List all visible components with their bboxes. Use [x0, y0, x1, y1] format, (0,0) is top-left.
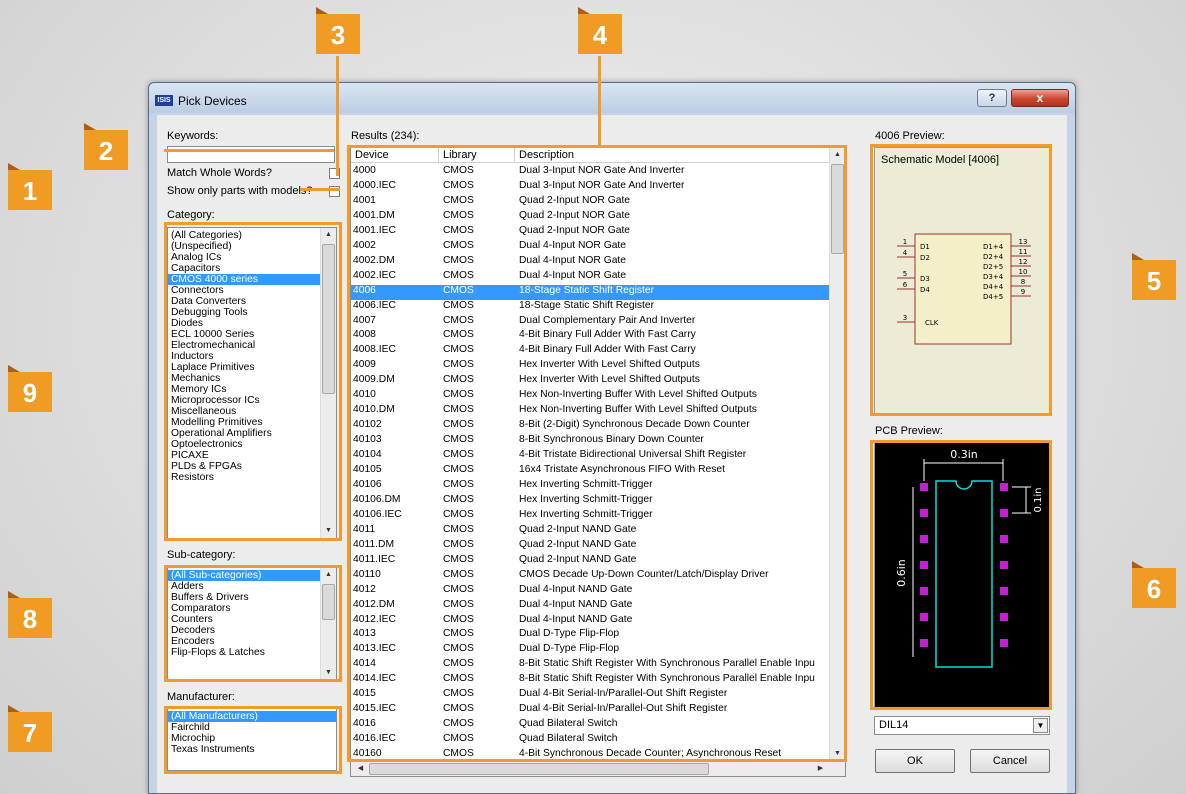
title-bar: ISIS Pick Devices ? x	[149, 83, 1075, 113]
models-underline	[300, 188, 340, 191]
callout-5: 5	[1132, 253, 1176, 300]
callout-2: 2	[84, 123, 128, 170]
category-highlight	[164, 222, 342, 541]
cancel-button[interactable]: Cancel	[970, 749, 1050, 773]
scroll-left-icon[interactable]: ◀	[353, 762, 368, 776]
ok-button[interactable]: OK	[875, 749, 955, 773]
keywords-label: Keywords:	[167, 130, 219, 142]
callout-9: 9	[8, 365, 52, 412]
results-label: Results (234):	[351, 130, 420, 142]
callout-6: 6	[1132, 561, 1176, 608]
window-title: Pick Devices	[178, 94, 247, 108]
pcb-preview-label: PCB Preview:	[875, 425, 943, 437]
show-models-label: Show only parts with models?	[167, 185, 313, 197]
callout3-leader	[336, 56, 339, 176]
callout4-leader	[598, 56, 601, 146]
callout-7: 7	[8, 705, 52, 752]
help-button[interactable]: ?	[977, 89, 1007, 107]
category-label: Category:	[167, 209, 215, 221]
subcategory-label: Sub-category:	[167, 549, 236, 561]
callout-1: 1	[8, 163, 52, 210]
subcategory-highlight	[164, 565, 342, 682]
keywords-underline	[164, 149, 334, 152]
device-preview-label: 4006 Preview:	[875, 130, 945, 142]
close-button[interactable]: x	[1011, 89, 1069, 107]
scroll-right-icon[interactable]: ▶	[813, 762, 828, 776]
match-whole-words-label: Match Whole Words?	[167, 167, 272, 179]
results-hscrollbar[interactable]: ◀ ▶	[351, 761, 845, 776]
callout-8: 8	[8, 591, 52, 638]
dropdown-arrow-icon[interactable]: ▼	[1033, 718, 1048, 733]
manufacturer-highlight	[164, 706, 342, 774]
app-icon: ISIS	[155, 95, 173, 106]
package-select[interactable]: DIL14 ▼	[874, 716, 1050, 735]
scroll-thumb[interactable]	[369, 763, 709, 775]
callout-3: 3	[316, 7, 360, 54]
schematic-highlight	[870, 144, 1052, 416]
results-highlight	[347, 145, 847, 762]
manufacturer-label: Manufacturer:	[167, 691, 235, 703]
pcb-highlight	[870, 440, 1052, 710]
callout-4: 4	[578, 7, 622, 54]
package-value: DIL14	[879, 719, 909, 731]
